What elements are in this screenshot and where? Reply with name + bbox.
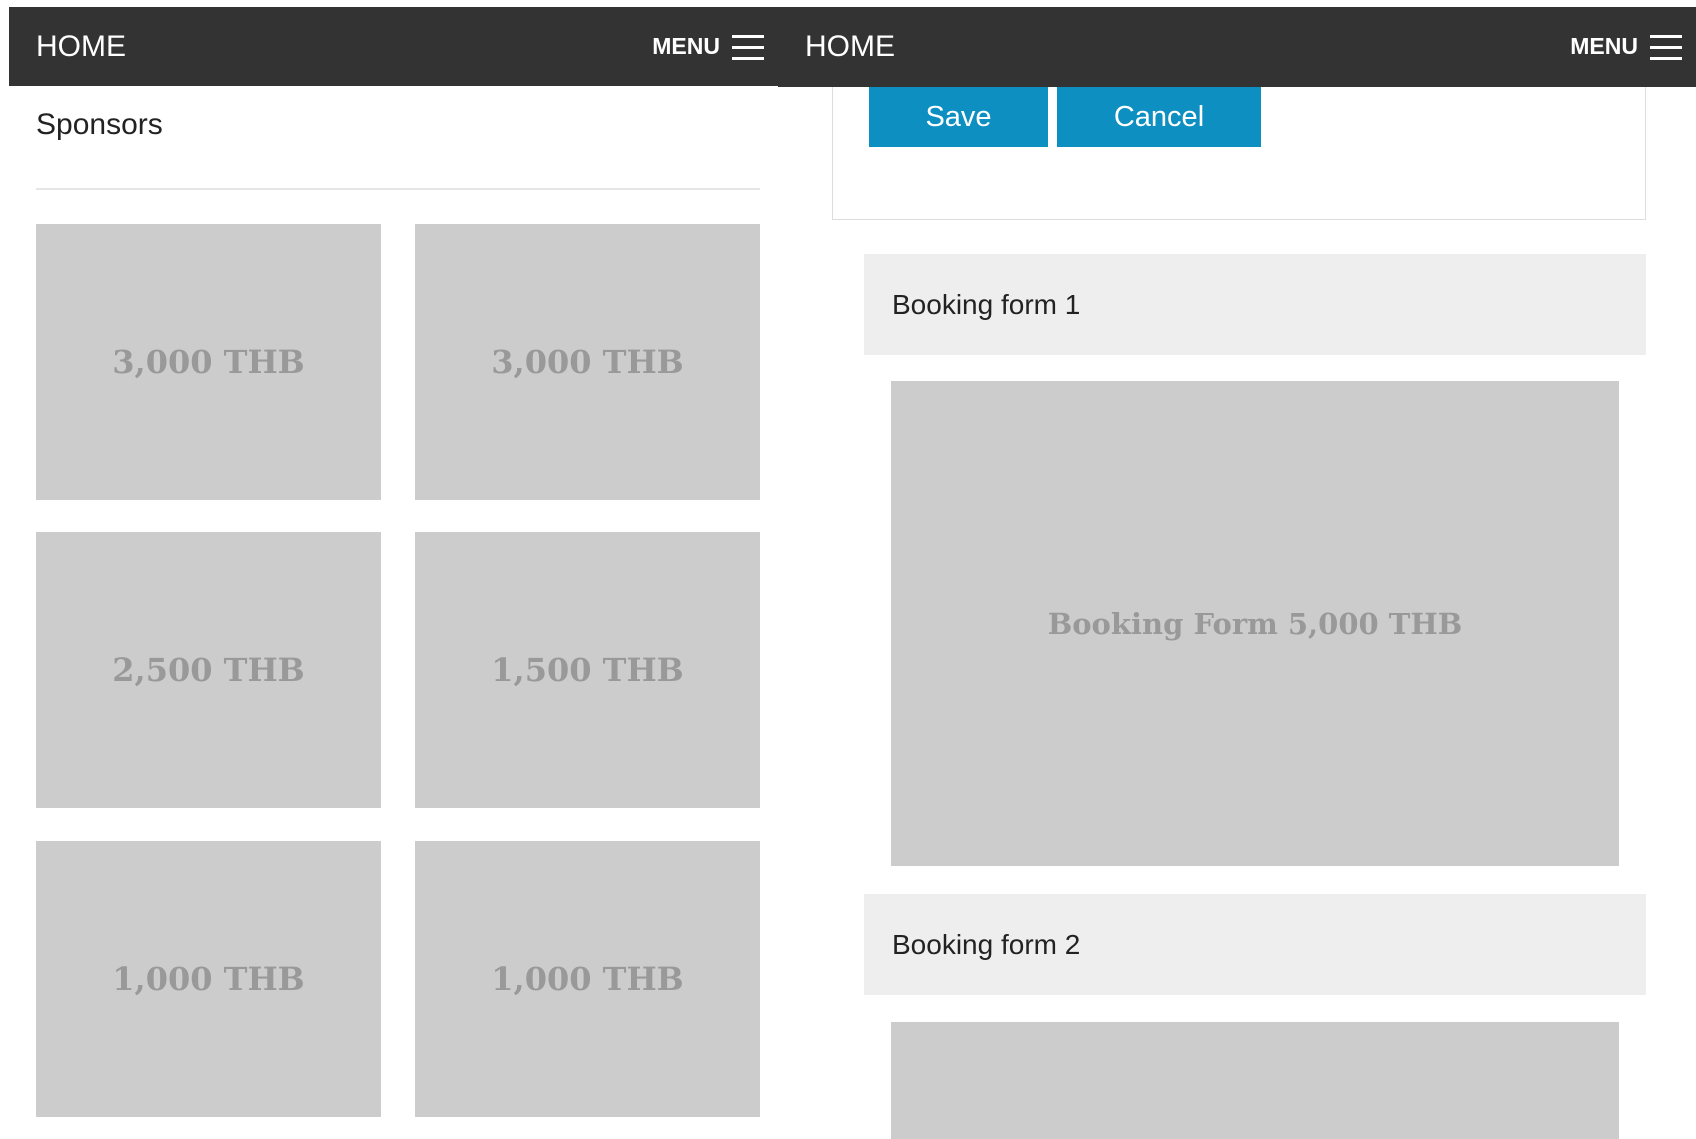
top-nav-bar: HOME MENU	[778, 7, 1696, 87]
home-link[interactable]: HOME	[805, 7, 895, 86]
menu-label: MENU	[1570, 33, 1638, 59]
hamburger-icon	[732, 33, 764, 61]
save-button[interactable]: Save	[869, 87, 1048, 147]
sponsor-tile[interactable]: 1,000 THB	[415, 841, 760, 1117]
sponsor-tile[interactable]: 2,500 THB	[36, 532, 381, 808]
sponsor-tile[interactable]: 1,500 THB	[415, 532, 760, 808]
booking-form-image[interactable]: Booking Form 5,000 THB	[891, 381, 1619, 866]
menu-button[interactable]: MENU	[652, 7, 764, 86]
booking-form-title: Booking form 1	[892, 288, 1081, 320]
booking-form-header[interactable]: Booking form 1	[864, 254, 1646, 355]
booking-screen: Save Cancel Booking form 1 Booking Form …	[778, 0, 1696, 1139]
top-nav-bar: HOME MENU	[9, 7, 778, 86]
sponsors-screen: HOME MENU Sponsors 3,000 THB 3,000 THB 2…	[0, 0, 778, 1139]
divider	[36, 188, 760, 190]
sponsor-tile[interactable]: 3,000 THB	[415, 224, 760, 500]
sponsor-tile[interactable]: 1,000 THB	[36, 841, 381, 1117]
hamburger-icon	[1650, 33, 1682, 61]
booking-form-title: Booking form 2	[892, 928, 1081, 960]
menu-label: MENU	[652, 33, 720, 59]
menu-button[interactable]: MENU	[1570, 7, 1682, 86]
page-title: Sponsors	[36, 108, 163, 141]
cancel-button[interactable]: Cancel	[1057, 87, 1261, 147]
booking-form-header[interactable]: Booking form 2	[864, 894, 1646, 995]
booking-form-image[interactable]	[891, 1022, 1619, 1139]
sponsor-tile[interactable]: 3,000 THB	[36, 224, 381, 500]
home-link[interactable]: HOME	[36, 7, 126, 86]
